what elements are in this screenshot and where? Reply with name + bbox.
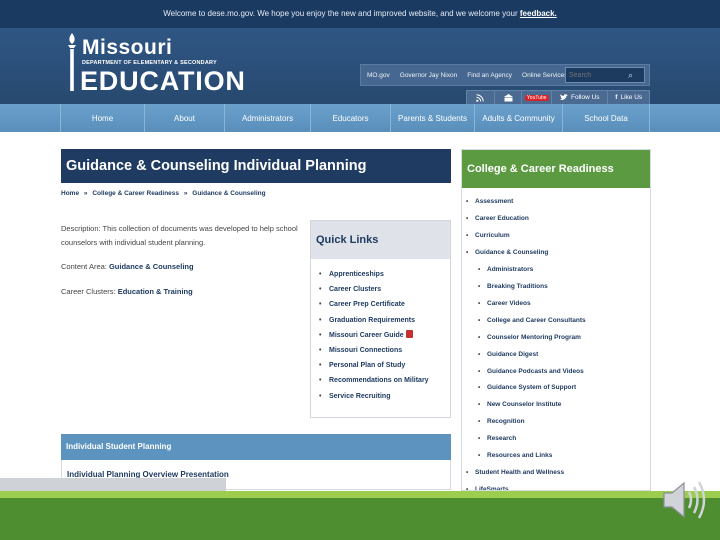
quick-link-career-prep[interactable]: Career Prep Certificate [319,297,450,312]
nav-educators[interactable]: Educators [310,104,390,132]
content-area: Content Area: Guidance & Counseling [61,262,194,271]
feedback-link[interactable]: feedback. [520,9,557,18]
sidebar-item-mentoring[interactable]: Counselor Mentoring Program [462,330,650,347]
search-icon[interactable]: ⌕ [628,70,633,81]
sidebar-item-recognition[interactable]: Recognition [462,414,650,431]
youtube-button[interactable]: YouTube [522,91,553,104]
nav-parents-students[interactable]: Parents & Students [390,104,474,132]
career-clusters-label: Career Clusters: [61,287,116,296]
sidebar-item-guidance[interactable]: Guidance & Counseling [462,245,650,262]
twitter-label: Follow Us [570,94,600,101]
sidebar-item-career-videos[interactable]: Career Videos [462,296,650,313]
twitter-follow-button[interactable]: Follow Us [552,91,609,104]
sidebar-item-assessment[interactable]: Assessment [462,194,650,211]
facebook-like-button[interactable]: f Like Us [608,91,649,104]
nav-about[interactable]: About [144,104,224,132]
util-link-governor[interactable]: Governor Jay Nixon [400,72,457,79]
sidebar-item-curriculum[interactable]: Curriculum [462,228,650,245]
content-area-link[interactable]: Guidance & Counseling [109,262,194,271]
quick-link-graduation[interactable]: Graduation Requirements [319,313,450,328]
util-link-mo-gov[interactable]: MO.gov [367,72,390,79]
sidebar-title: College & Career Readiness [462,150,650,188]
youtube-icon: YouTube [524,94,549,101]
nav-home[interactable]: Home [60,104,144,132]
breadcrumb-college-career[interactable]: College & Career Readiness [92,190,179,197]
sidebar-item-guidance-digest[interactable]: Guidance Digest [462,347,650,364]
quick-link-career-guide: Missouri Career Guide [329,331,404,339]
util-link-online-services[interactable]: Online Services [522,72,568,79]
logo-missouri: Missouri [82,36,173,59]
sidebar-item-resources[interactable]: Resources and Links [462,448,650,465]
pdf-icon [405,329,413,338]
page-title: Guidance & Counseling Individual Plannin… [61,149,451,183]
quick-link-missouri-connections[interactable]: Missouri Connections [319,343,450,358]
quick-link-military-recommendations[interactable]: Recommendations on Military [319,373,450,388]
breadcrumb: Home » College & Career Readiness » Guid… [61,190,269,197]
page-description: Description: This collection of document… [61,224,298,247]
nav-school-data[interactable]: School Data [562,104,650,132]
logo-education: EDUCATION [80,66,246,96]
breadcrumb-separator: » [83,190,88,197]
quick-link-career-guide-item[interactable]: Missouri Career Guide [319,328,450,343]
quick-link-apprenticeships[interactable]: Apprenticeships [319,267,450,282]
facebook-icon: f [615,94,618,101]
sidebar-college-career: College & Career Readiness Assessment Ca… [461,149,651,491]
sidebar-item-lifesmarts[interactable]: LifeSmarts [462,482,650,490]
rss-icon[interactable] [467,91,495,104]
footer-stripe [0,491,720,498]
sidebar-item-podcasts[interactable]: Guidance Podcasts and Videos [462,364,650,381]
social-bar: YouTube Follow Us f Like Us [466,90,650,105]
breadcrumb-separator: » [183,190,188,197]
career-clusters: Career Clusters: Education & Training [61,287,193,296]
twitter-icon [559,94,568,100]
site-header: Missouri DEPARTMENT OF ELEMENTARY & SECO… [0,28,720,105]
facebook-label: Like Us [620,94,643,101]
slide-footer-bar [0,491,720,540]
career-clusters-link[interactable]: Education & Training [118,287,193,296]
sidebar-item-new-counselor[interactable]: New Counselor Institute [462,397,650,414]
sidebar-item-career-education[interactable]: Career Education [462,211,650,228]
breadcrumb-home[interactable]: Home [61,190,79,197]
welcome-text: Welcome to dese.mo.gov. We hope you enjo… [163,9,518,18]
welcome-banner: Welcome to dese.mo.gov. We hope you enjo… [0,0,720,28]
search-input[interactable] [566,71,628,79]
torch-icon [68,33,76,91]
content-area-label: Content Area: [61,262,107,271]
horizontal-scrollbar[interactable] [0,478,226,491]
sidebar-item-system-support[interactable]: Guidance System of Support [462,380,650,397]
main-nav: Home About Administrators Educators Pare… [0,104,720,132]
quick-link-personal-plan[interactable]: Personal Plan of Study [319,358,450,373]
sidebar-item-research[interactable]: Research [462,431,650,448]
missouri-education-logo[interactable]: Missouri DEPARTMENT OF ELEMENTARY & SECO… [62,32,245,96]
quick-link-career-clusters[interactable]: Career Clusters [319,282,450,297]
quick-links-title: Quick Links [311,221,450,259]
speaker-icon[interactable] [660,478,708,522]
isp-section-header[interactable]: Individual Student Planning [61,434,451,460]
sidebar-item-consultants[interactable]: College and Career Consultants [462,313,650,330]
quick-link-service-recruiting[interactable]: Service Recruiting [319,389,450,404]
nav-administrators[interactable]: Administrators [224,104,310,132]
nav-adults-community[interactable]: Adults & Community [474,104,562,132]
utility-bar: MO.gov Governor Jay Nixon Find an Agency… [360,64,650,86]
sidebar-item-administrators[interactable]: Administrators [462,262,650,279]
search-box: ⌕ [565,67,645,83]
breadcrumb-guidance[interactable]: Guidance & Counseling [192,190,265,197]
sidebar-item-breaking-traditions[interactable]: Breaking Traditions [462,279,650,296]
email-icon[interactable] [495,91,523,104]
quick-links-panel: Quick Links Apprenticeships Career Clust… [310,220,451,418]
sidebar-item-health-wellness[interactable]: Student Health and Wellness [462,465,650,482]
util-link-find-agency[interactable]: Find an Agency [467,72,512,79]
